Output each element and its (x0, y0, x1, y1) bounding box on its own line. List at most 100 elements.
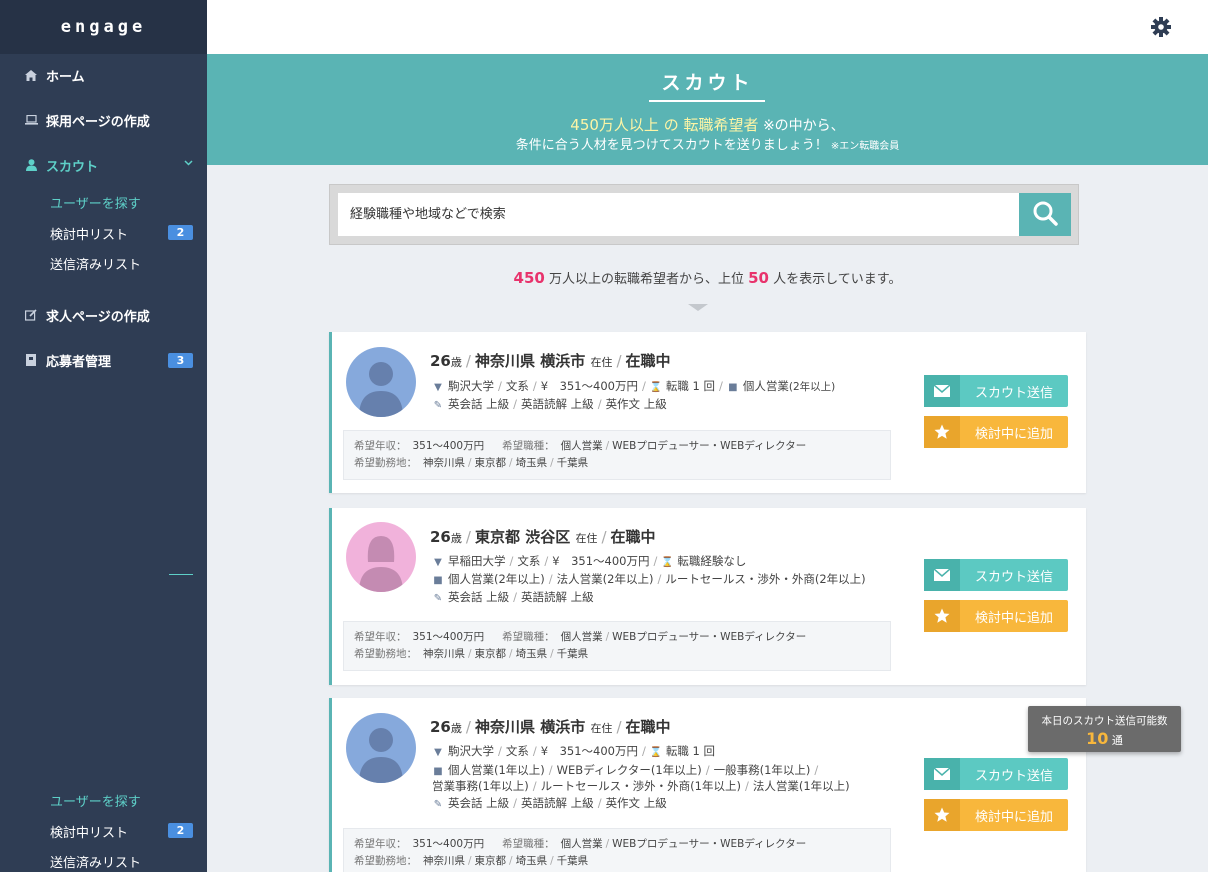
prefecture: 東京都 (474, 528, 520, 546)
search-input[interactable] (338, 193, 1019, 236)
city: 横浜市 (540, 352, 586, 370)
quota-value: 10 通 (1028, 729, 1181, 748)
separator: / (513, 590, 518, 604)
send-scout-button[interactable]: スカウト送信 (924, 375, 1068, 407)
separator: / (641, 744, 646, 758)
school: 駒沢大学 (448, 744, 494, 758)
hero-note: ※の中から、 (758, 118, 845, 134)
scout-quota-box: 本日のスカウト送信可能数 10 通 (1028, 706, 1181, 752)
nav-job-page[interactable]: 求人ページの作成 (0, 300, 207, 330)
sidebar-item-label: 送信済みリスト (50, 257, 142, 273)
separator: / (468, 855, 472, 867)
job-changes: 転職経験なし (677, 554, 747, 568)
desired-salary-label: 希望年収： (354, 631, 407, 643)
envelope-icon (924, 375, 960, 407)
job-changes: 転職 1 回 (665, 379, 715, 393)
nav-home[interactable]: ホーム (0, 60, 207, 90)
candidate-card: 26歳 / 神奈川県 横浜市 在住 / 在職中 ▼ 駒沢大学 / 文系 / ¥ 351～400万円… (329, 332, 1086, 493)
graduation-cap-icon: ▼ (434, 382, 442, 393)
nav-recruit-page[interactable]: 採用ページの作成 (0, 105, 207, 135)
desired-area: 東京都 (474, 648, 507, 660)
separator: / (597, 796, 602, 810)
logo-bar: engage (0, 0, 207, 54)
age: 26 (430, 528, 451, 546)
hero-description-text: 条件に合う人材を見つけてスカウトを送りましょう！ (515, 138, 828, 153)
sidebar-item-sent-list[interactable]: 送信済みリスト (50, 252, 207, 274)
count-badge: 2 (168, 225, 193, 240)
experience: WEBディレクター(1年以上) (556, 763, 702, 777)
current-salary: ¥ 351～400万円 (540, 379, 638, 393)
add-to-review-button[interactable]: 検討中に追加 (924, 416, 1068, 448)
gear-icon[interactable] (1150, 16, 1172, 38)
separator: / (605, 631, 610, 643)
desired-row-2: 希望勤務地： 神奈川県 / 東京都 / 埼玉県 / 千葉県 (354, 853, 880, 870)
desired-row-1: 希望年収： 351～400万円 希望職種： 個人営業 / WEBプロデューサー・WEBディ… (354, 438, 880, 455)
desired-area: 埼玉県 (515, 855, 548, 867)
add-to-review-button[interactable]: 検討中に追加 (924, 600, 1068, 632)
nav-scout[interactable]: スカウト (0, 150, 207, 180)
education-line: ▼ 早稲田大学 / 文系 / ¥ 351～400万円 / ⌛ 転職経験なし (432, 553, 746, 569)
experience: 個人営業 (742, 379, 789, 393)
experience: 法人営業(2年以上) (556, 572, 654, 586)
logo[interactable]: engage (61, 17, 146, 37)
user-icon (24, 158, 38, 172)
separator: / (550, 855, 554, 867)
desired-salary-label: 希望年収： (354, 838, 407, 850)
sidebar-item-find-users[interactable]: ユーザーを探す (50, 191, 207, 213)
desired-area: 千葉県 (556, 457, 589, 469)
avatar (346, 522, 416, 592)
experience: 営業事務(1年以上) (432, 779, 529, 793)
experience-line-2: 営業事務(1年以上) / ルートセールス・渉外・外商(1年以上) / 法人営業(1年以上… (432, 778, 850, 794)
send-scout-button[interactable]: スカウト送信 (924, 559, 1068, 591)
shown-count: 50 (748, 269, 769, 287)
send-scout-button[interactable]: スカウト送信 (924, 758, 1068, 790)
separator: / (468, 457, 472, 469)
star-icon (924, 600, 960, 632)
hero-text: の (658, 116, 684, 134)
graduation-cap-icon: ▼ (434, 557, 442, 568)
pencil-icon: ✎ (433, 400, 443, 411)
age-unit: 歳 (450, 532, 462, 545)
inbox-icon (24, 353, 38, 367)
separator: / (718, 379, 723, 393)
language-skill: 英作文 上級 (605, 796, 667, 810)
sidebar-item-review-list[interactable]: 検討中リスト 2 (50, 820, 207, 842)
button-label: 検討中に追加 (974, 610, 1053, 626)
graduation-cap-icon: ▼ (434, 747, 442, 758)
desired-row-2: 希望勤務地： 神奈川県 / 東京都 / 埼玉県 / 千葉県 (354, 455, 880, 472)
employment-status: 在職中 (610, 528, 656, 546)
separator: / (468, 648, 472, 660)
desired-job: 個人営業 (560, 631, 603, 643)
search-button[interactable] (1019, 193, 1071, 236)
desired-conditions: 希望年収： 351～400万円 希望職種： 個人営業 / WEBプロデューサー・WEBディ… (343, 621, 891, 671)
language-skill: 英会話 上級 (448, 397, 510, 411)
sidebar: engage ホーム 採用ページの作成 スカウト ユーザーを探す 検討中リスト … (0, 0, 207, 872)
button-label: 検討中に追加 (974, 426, 1053, 442)
separator: / (544, 554, 549, 568)
sidebar-item-find-users[interactable]: ユーザーを探す (50, 789, 207, 811)
desired-salary-label: 希望年収： (354, 440, 407, 452)
add-to-review-button[interactable]: 検討中に追加 (924, 799, 1068, 831)
desired-area: 神奈川県 (423, 855, 465, 867)
separator: / (616, 718, 622, 736)
language-line: ✎ 英会話 上級 / 英語読解 上級 (432, 589, 594, 605)
separator: / (597, 397, 602, 411)
experience: 一般事務(1年以上) (713, 763, 811, 777)
nav-applicants[interactable]: 応募者管理 3 (0, 345, 207, 375)
employment-status: 在職中 (625, 352, 671, 370)
desired-area: 神奈川県 (423, 648, 465, 660)
edit-icon (24, 308, 38, 322)
experience: ルートセールス・渉外・外商(1年以上) (540, 779, 741, 793)
sidebar-item-review-list[interactable]: 検討中リスト 2 (50, 222, 207, 244)
title-underline (649, 100, 765, 102)
divider (169, 574, 193, 575)
desired-area: 東京都 (474, 457, 507, 469)
age: 26 (430, 352, 451, 370)
sidebar-item-label: ユーザーを探す (50, 794, 141, 810)
desired-job-label: 希望職種： (502, 838, 555, 850)
candidate-headline: 26歳 / 神奈川県 横浜市 在住 / 在職中 (430, 350, 671, 371)
search-icon (1032, 200, 1058, 230)
sidebar-item-sent-list[interactable]: 送信済みリスト (50, 850, 207, 872)
separator: / (814, 763, 819, 777)
hourglass-icon: ⌛ (649, 747, 663, 758)
